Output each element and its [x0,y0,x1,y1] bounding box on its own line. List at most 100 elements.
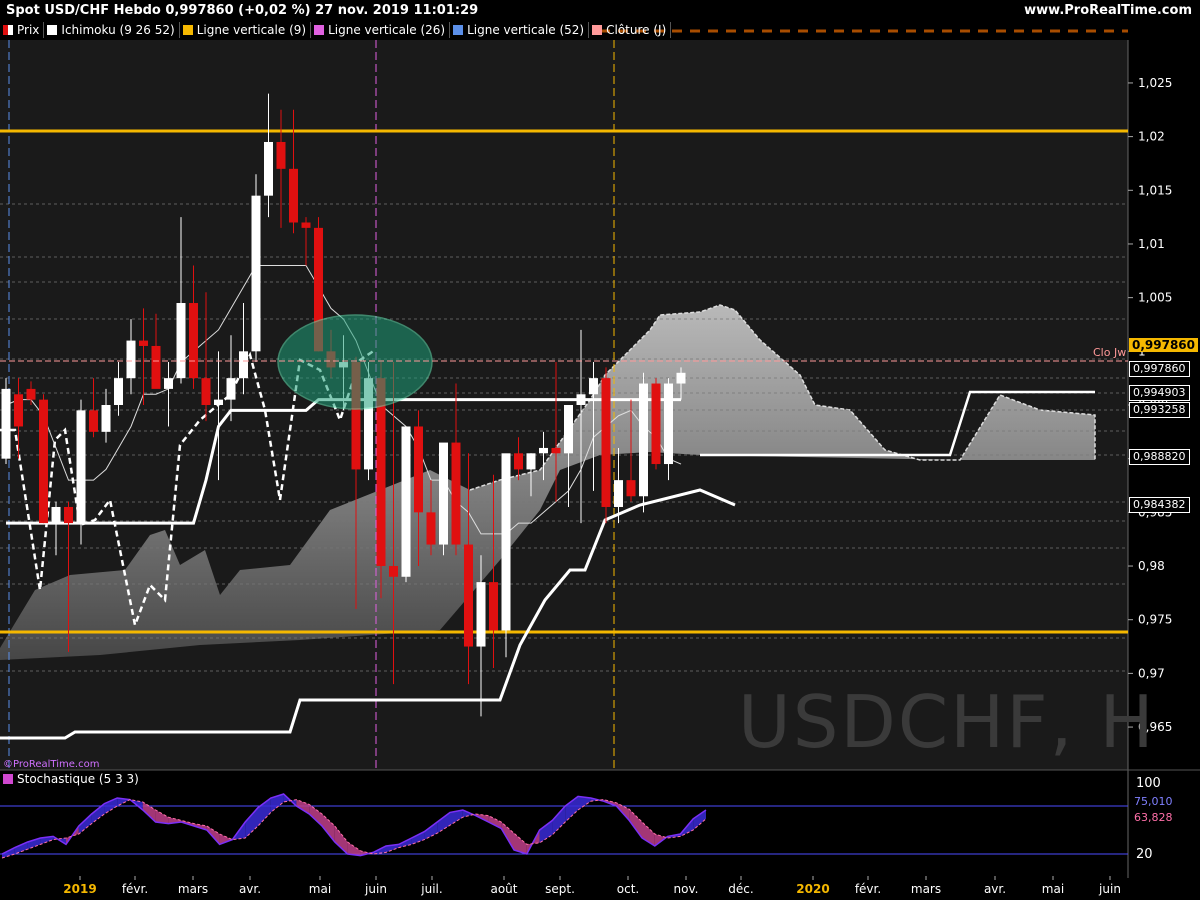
stochastic-label[interactable]: Stochastique (5 3 3) [0,771,139,787]
candle-body [576,394,586,405]
y-tick-label: 1,01 [1138,237,1165,251]
legend-item-0[interactable]: Prix [0,22,45,38]
legend-label: Clôture (J) [606,23,667,37]
candle-body [51,506,61,524]
legend-swatch [453,25,464,35]
candle-body [489,582,498,631]
candle-body [89,410,98,432]
candle-body [439,442,448,545]
site-link[interactable]: www.ProRealTime.com [1024,3,1192,18]
candle-body [139,340,148,346]
candle-body [414,426,423,513]
candle-body [226,378,236,400]
x-tick-label: oct. [617,882,639,896]
candle-body [214,399,223,405]
candle-body [601,378,611,507]
x-tick-label: sept. [545,882,575,896]
stoch-panel-bg [0,790,1128,878]
candle-body [476,582,486,647]
x-tick-label: déc. [728,882,753,896]
x-tick-label: févr. [122,882,148,896]
candle-body [626,480,636,497]
indicator-legend: Prix Ichimoku (9 26 52) Ligne verticale (9… [0,22,672,38]
candle-body [264,141,273,196]
price-badge-3: 0,993258 [1129,402,1190,418]
candle-body [501,453,511,631]
x-tick-label: mars [911,882,941,896]
candle-body [639,383,648,497]
legend-item-5[interactable]: Clôture (J) [589,22,672,38]
candle-body [451,442,461,545]
candle-body [76,410,86,524]
candle-body [289,168,298,223]
y-tick-label: 1,005 [1138,291,1172,305]
candle-body [276,141,286,169]
price-badge-4: 0,988820 [1129,449,1190,465]
candle-body [14,394,23,427]
stoch-y-label: 20 [1136,847,1153,862]
x-tick-label: mai [309,882,331,896]
legend-swatch [314,25,325,35]
legend-item-4[interactable]: Ligne verticale (52) [450,22,590,38]
candle-body [426,512,436,545]
x-tick-label: 2019 [63,882,96,896]
chart-canvas: 0,9650,970,9750,980,9850,990,99511,0051,… [0,29,1200,896]
stoch-k-badge: 75,010 [1131,795,1176,809]
x-tick-label: août [490,882,517,896]
symbol-watermark: USDCHF, H [738,680,1156,764]
candle-body [564,405,573,454]
x-tick-label: avr. [239,882,261,896]
y-tick-label: 1,02 [1138,130,1165,144]
x-tick-label: avr. [984,882,1006,896]
candle-body [39,399,48,524]
candle-body [26,388,36,400]
candle-body [514,453,523,470]
x-tick-label: juin [364,882,387,896]
candle-body [551,447,561,454]
legend-label: Ligne verticale (52) [467,23,585,37]
stoch-y-label: 100 [1136,776,1161,791]
x-tick-label: 2020 [796,882,829,896]
legend-label: Ligne verticale (26) [328,23,446,37]
y-tick-label: 1,015 [1138,183,1172,197]
candle-body [651,383,661,465]
x-tick-label: nov. [674,882,699,896]
candle-body [589,378,598,395]
candle-body [101,405,111,432]
y-tick-label: 0,97 [1138,666,1165,680]
candle-body [114,378,123,405]
legend-swatch [3,25,13,35]
y-tick-label: 0,975 [1138,613,1172,627]
legend-label: Prix [17,23,40,37]
site-small-link[interactable]: ©ProRealTime.com [3,759,99,770]
candle-body [389,566,398,577]
candle-body [164,378,173,389]
candle-body [526,453,536,470]
chart-header: Spot USD/CHF Hebdo 0,997860 (+0,02 %) 27… [0,0,1200,22]
legend-item-1[interactable]: Ichimoku (9 26 52) [44,22,180,38]
x-tick-label: mai [1042,882,1064,896]
candle-body [126,340,136,379]
candle-body [201,378,211,405]
stoch-d-badge: 63,828 [1131,811,1176,825]
candle-body [664,383,673,465]
legend-item-2[interactable]: Ligne verticale (9) [180,22,312,38]
stochastic-swatch [3,774,13,784]
candle-body [189,303,198,379]
last-price-badge: 0,997860 [1129,338,1199,352]
legend-label: Ichimoku (9 26 52) [61,23,175,37]
price-badge-1: 0,997860 [1129,361,1190,377]
x-tick-label: juin [1098,882,1121,896]
candle-body [301,222,311,228]
legend-item-3[interactable]: Ligne verticale (26) [311,22,451,38]
candle-body [401,426,411,577]
candle-body [251,195,261,352]
x-tick-label: juil. [420,882,442,896]
candle-body [64,506,73,524]
chart-title: Spot USD/CHF Hebdo 0,997860 (+0,02 %) 27… [6,3,479,18]
candle-body [539,447,548,454]
x-tick-label: mars [178,882,208,896]
candle-body [176,303,186,379]
legend-label: Ligne verticale (9) [196,23,307,37]
price-badge-2: 0,994903 [1129,385,1190,401]
